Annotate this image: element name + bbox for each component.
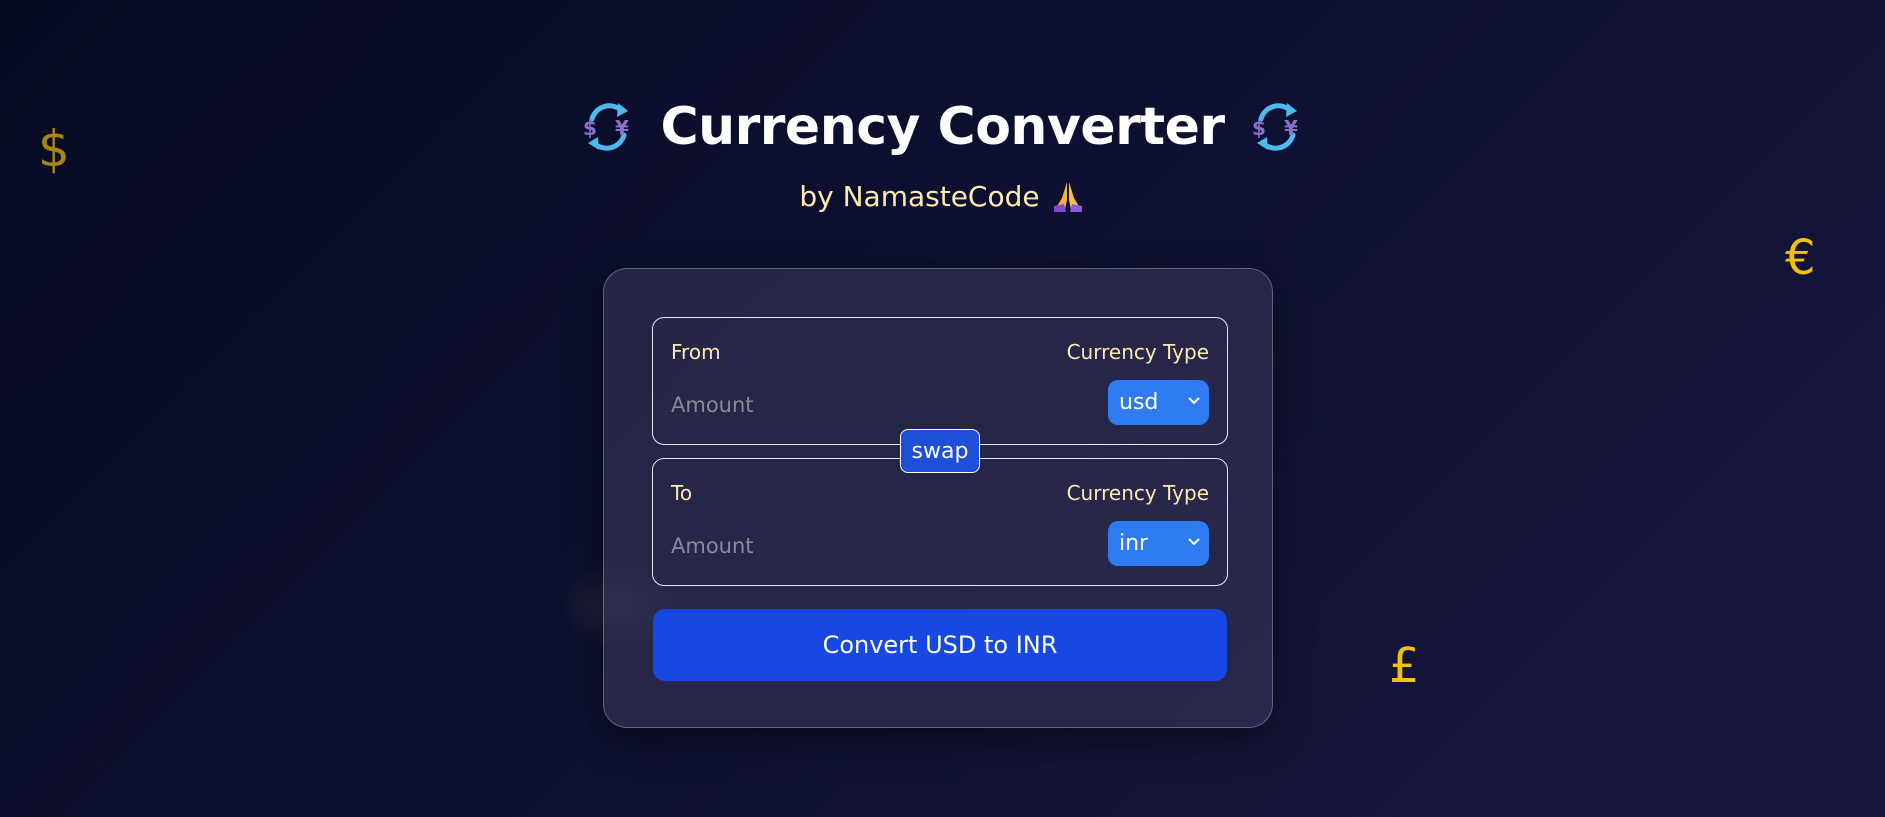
from-amount-input[interactable] [671,390,971,420]
from-currency-select[interactable]: usd [1108,380,1209,425]
to-currency-select[interactable]: inr [1108,521,1209,566]
page-header: $ ¥ Currency Converter $ ¥ by NamasteCod… [0,92,1885,214]
subtitle-row: by NamasteCode [0,178,1885,214]
to-label: To [671,481,693,505]
folded-hands-icon [1050,178,1086,214]
swap-button[interactable]: swap [900,429,980,473]
svg-text:$: $ [1252,116,1266,140]
from-label: From [671,340,721,364]
from-panel: From Currency Type usd [652,317,1228,445]
floating-euro-symbol: € [1785,230,1816,286]
chevron-down-icon [1188,397,1200,405]
to-currency-type-label: Currency Type [1066,481,1209,505]
svg-text:$: $ [583,116,597,140]
page-subtitle: by NamasteCode [799,179,1040,213]
from-currency-type-label: Currency Type [1066,340,1209,364]
svg-text:¥: ¥ [615,116,629,140]
title-row: $ ¥ Currency Converter $ ¥ [0,92,1885,162]
page-title: Currency Converter [660,97,1225,157]
chevron-down-icon [1188,538,1200,546]
currency-exchange-icon: $ ¥ [1247,97,1307,157]
to-amount-input[interactable] [671,531,971,561]
to-panel: To Currency Type inr [652,458,1228,586]
to-currency-value: inr [1119,531,1149,556]
floating-pound-symbol: £ [1389,638,1420,694]
from-currency-value: usd [1119,390,1159,415]
currency-exchange-icon: $ ¥ [578,97,638,157]
converter-card: From Currency Type usd To Currency Type … [603,268,1273,728]
convert-button[interactable]: Convert USD to INR [653,609,1227,681]
svg-text:¥: ¥ [1284,116,1298,140]
